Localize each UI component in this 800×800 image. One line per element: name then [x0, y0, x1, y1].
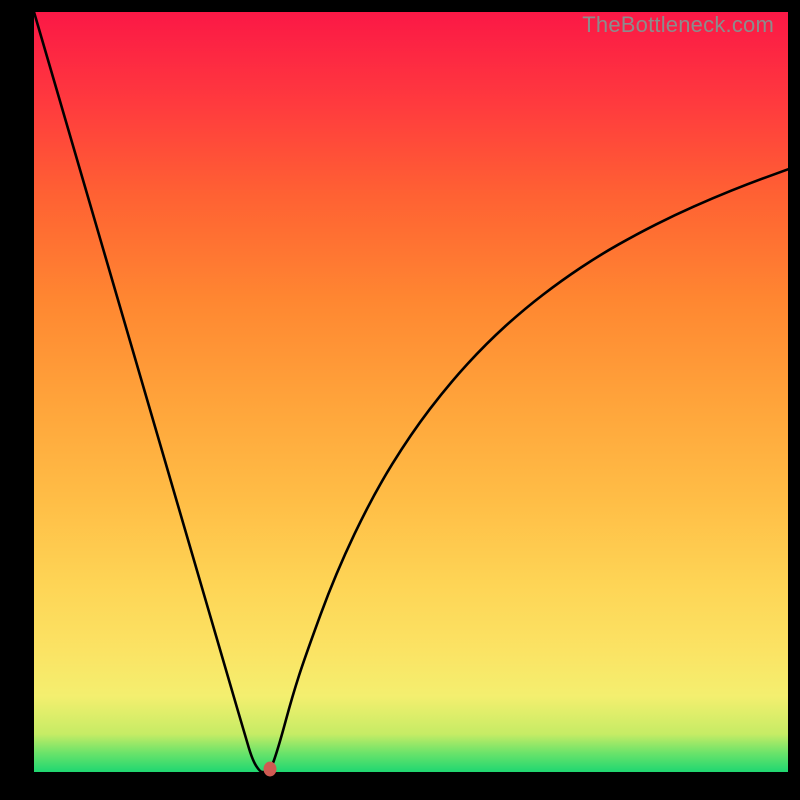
plot-area: TheBottleneck.com — [34, 12, 788, 772]
minimum-marker — [264, 762, 277, 777]
bottleneck-curve — [34, 12, 788, 772]
chart-frame: TheBottleneck.com — [0, 0, 800, 800]
